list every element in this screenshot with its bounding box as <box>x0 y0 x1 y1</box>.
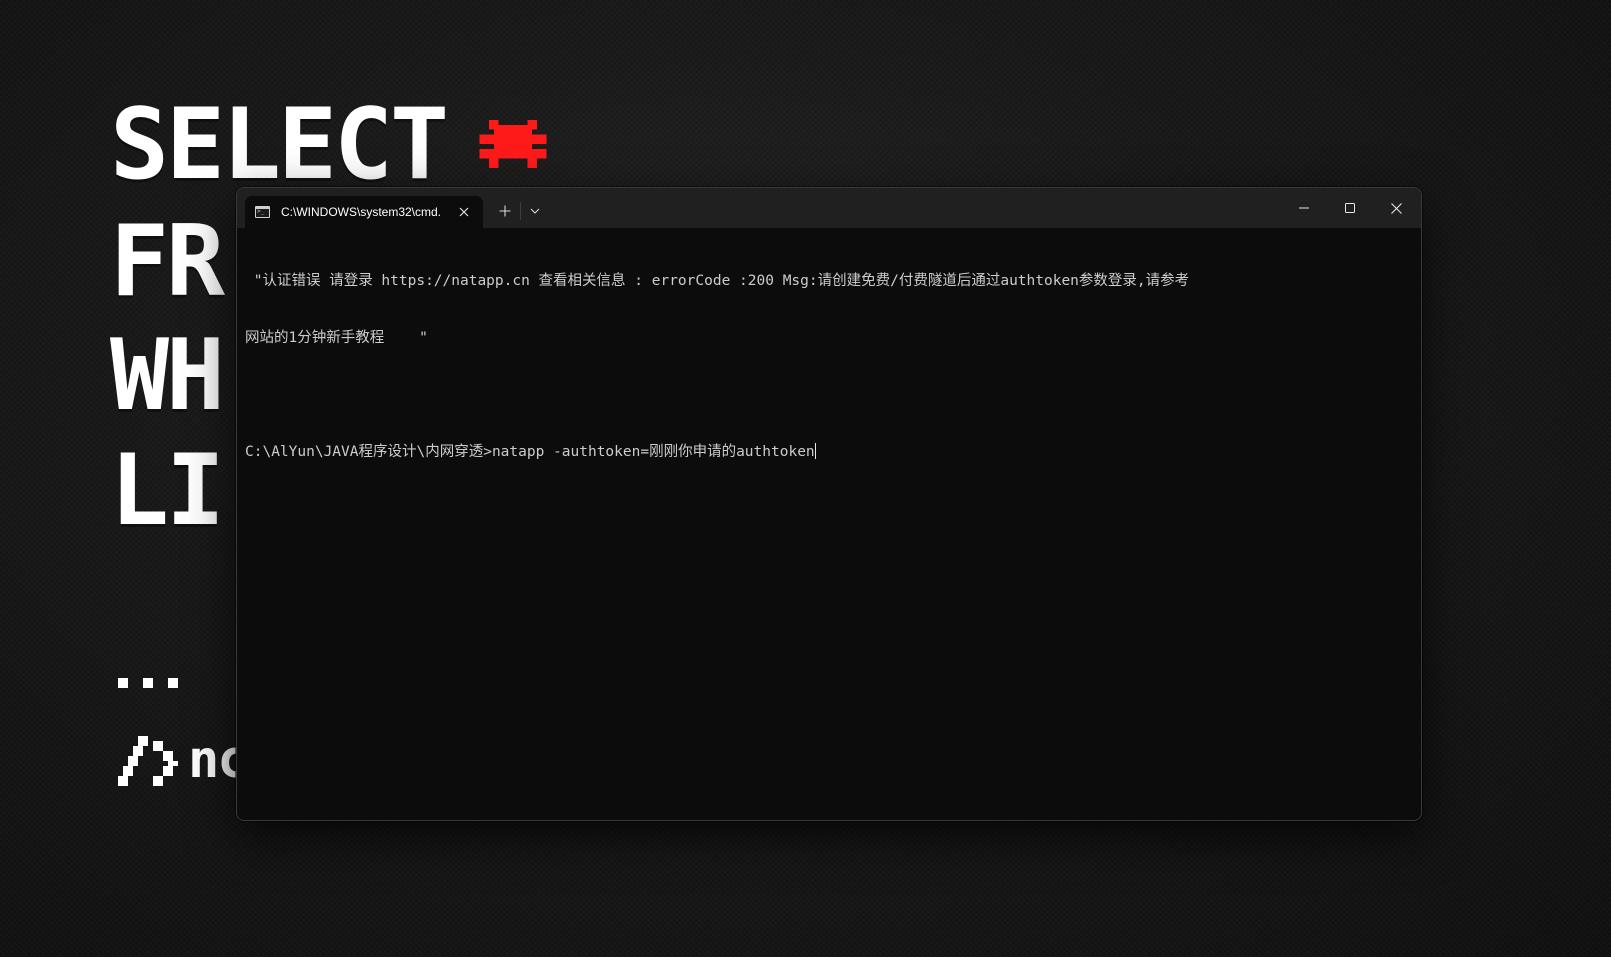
terminal-prompt-line[interactable]: C:\AlYun\JAVA程序设计\内网穿透>natapp -authtoken… <box>245 443 1413 462</box>
terminal-line: "认证错误 请登录 https://natapp.cn 查看相关信息 : err… <box>245 273 1190 289</box>
wallpaper-word: LI <box>110 434 225 548</box>
dot <box>143 678 153 688</box>
code-slash-icon <box>118 736 178 786</box>
new-tab-button[interactable] <box>491 198 519 224</box>
close-icon <box>1390 202 1402 214</box>
chevron-down-icon <box>530 208 540 214</box>
terminal-line: 网站的1分钟新手教程 " <box>245 330 428 346</box>
minimize-icon <box>1299 207 1309 209</box>
dot <box>168 678 178 688</box>
tab-divider <box>520 202 521 220</box>
ellipsis-dots <box>118 678 178 688</box>
close-window-button[interactable] <box>1373 188 1419 228</box>
wallpaper-word: WH <box>110 319 225 433</box>
tab-close-button[interactable] <box>451 199 477 225</box>
close-icon <box>459 207 469 217</box>
tab-dropdown-button[interactable] <box>522 198 548 224</box>
minimize-button[interactable] <box>1281 188 1327 228</box>
maximize-icon <box>1345 203 1355 213</box>
dot <box>118 678 128 688</box>
wallpaper-word: FR <box>110 205 225 319</box>
terminal-command: C:\AlYun\JAVA程序设计\内网穿透>natapp -authtoken… <box>245 444 815 460</box>
wallpaper-word: SELECT <box>110 88 449 202</box>
maximize-button[interactable] <box>1327 188 1373 228</box>
tab-title: C:\WINDOWS\system32\cmd. <box>281 205 442 219</box>
text-cursor <box>814 443 816 459</box>
terminal-window[interactable]: C:\WINDOWS\system32\cmd. <box>236 187 1422 821</box>
title-bar[interactable]: C:\WINDOWS\system32\cmd. <box>237 188 1421 228</box>
terminal-output[interactable]: "认证错误 请登录 https://natapp.cn 查看相关信息 : err… <box>245 234 1413 812</box>
tab-cmd[interactable]: C:\WINDOWS\system32\cmd. <box>245 196 483 228</box>
asterisk-icon <box>479 120 547 168</box>
terminal-icon <box>255 206 270 218</box>
plus-icon <box>499 205 511 217</box>
